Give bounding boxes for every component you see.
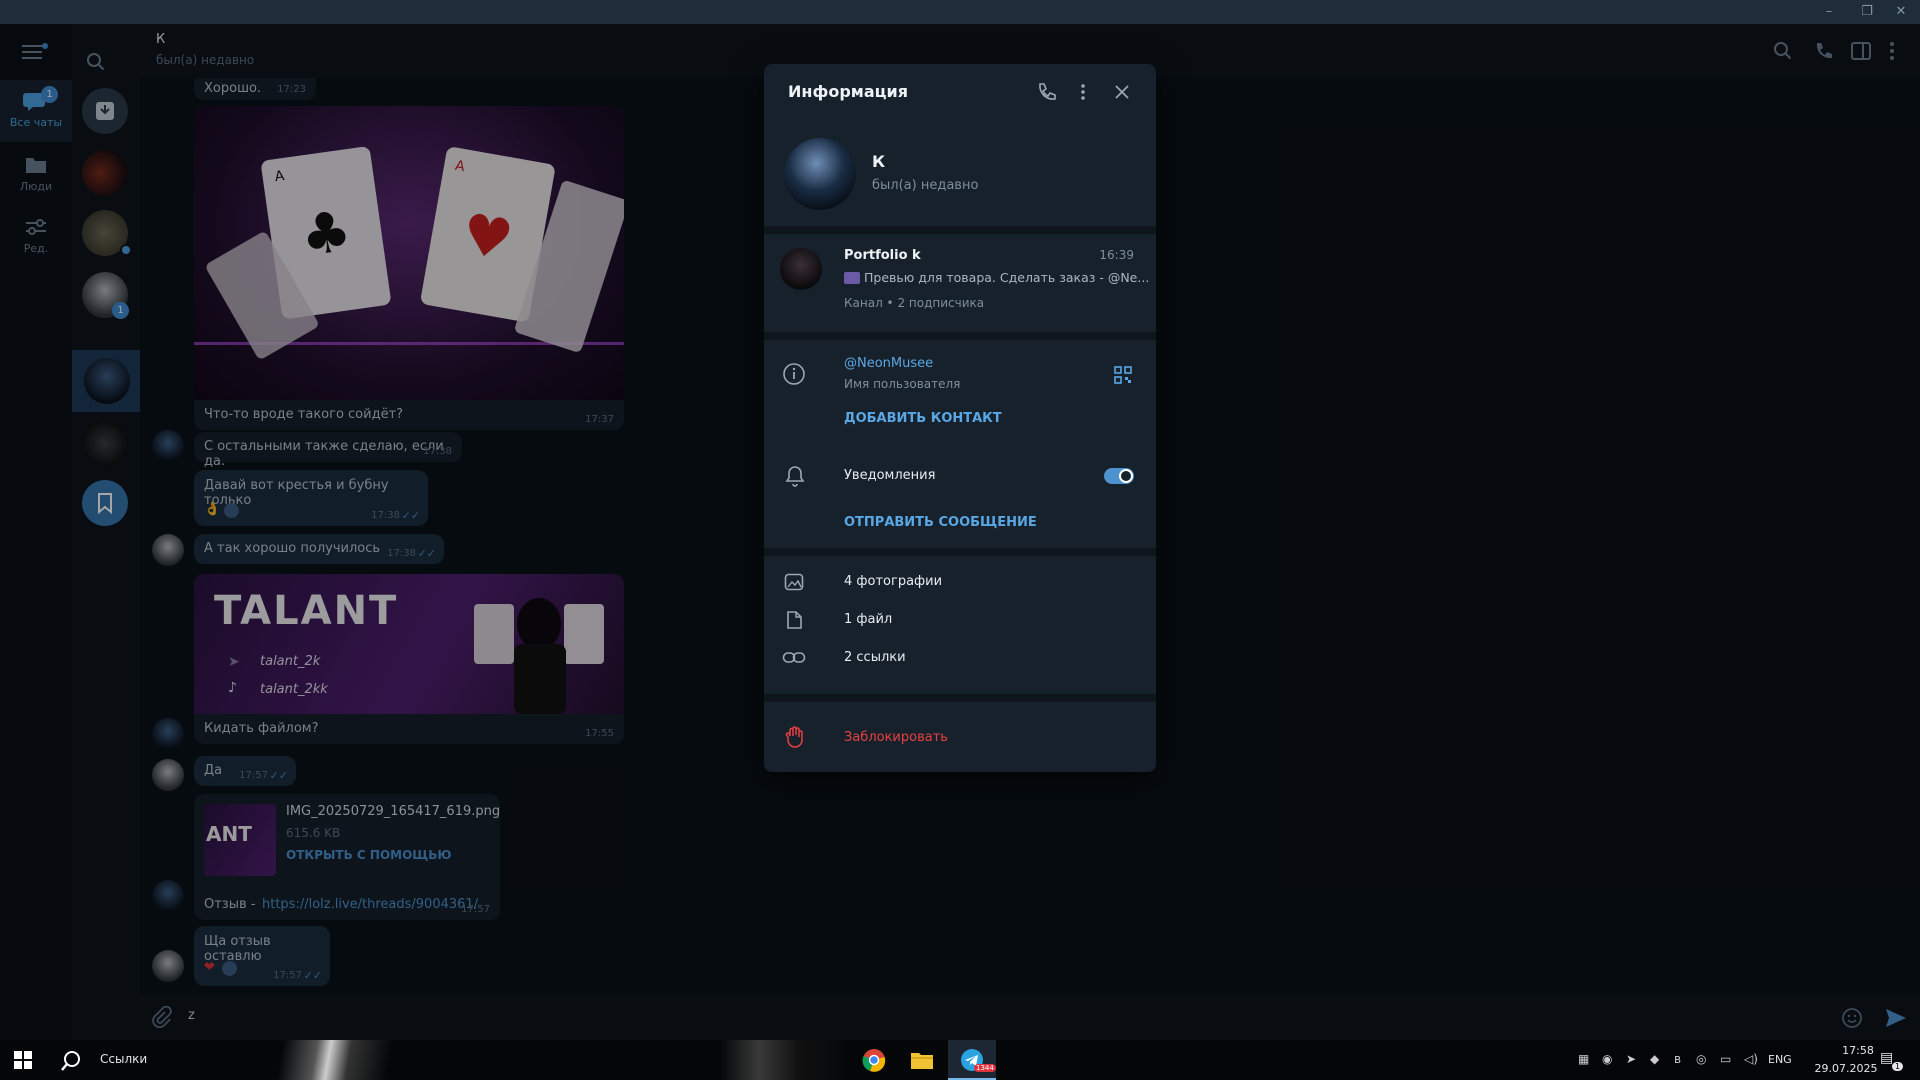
window-titlebar: – ❐ ✕ <box>0 0 1920 24</box>
telegram-taskbar-button[interactable]: 1344 <box>948 1040 996 1080</box>
file-explorer-icon[interactable] <box>910 1049 934 1071</box>
notifications-badge: 1 <box>1892 1062 1904 1071</box>
links-row[interactable]: 2 ссылки <box>764 640 1156 676</box>
language-indicator[interactable]: ENG <box>1768 1053 1792 1066</box>
search-highlight-image <box>270 1040 400 1080</box>
discord-icon[interactable]: ◉ <box>1602 1052 1612 1066</box>
windows-start-icon[interactable] <box>14 1051 32 1069</box>
add-contact-button[interactable]: ДОБАВИТЬ КОНТАКТ <box>844 411 1002 426</box>
taskbar-search-label[interactable]: Ссылки <box>100 1052 147 1066</box>
channel-name: Portfolio k <box>844 248 921 263</box>
panel-title: Информация <box>788 82 908 101</box>
divider <box>764 694 1156 702</box>
telegram-tray-icon[interactable]: ➤ <box>1626 1052 1636 1066</box>
window-close-button[interactable]: ✕ <box>1882 0 1920 24</box>
files-row[interactable]: 1 файл <box>764 602 1156 638</box>
photo-icon <box>784 573 804 591</box>
notifications-toggle[interactable] <box>1104 468 1134 484</box>
telegram-badge: 1344 <box>974 1064 996 1072</box>
username-value[interactable]: @NeonMusee <box>844 356 933 371</box>
channel-meta: Канал • 2 подписчика <box>844 296 985 310</box>
restore-button[interactable]: ❐ <box>1848 0 1886 24</box>
image-preview-icon <box>844 272 860 284</box>
profile-name: К <box>872 152 886 171</box>
divider <box>764 226 1156 234</box>
photos-count: 4 фотографии <box>844 574 943 589</box>
info-panel: Информация К был(а) недавно Portfolio k … <box>764 64 1156 772</box>
search-highlight-image <box>720 1040 850 1080</box>
channel-avatar <box>780 248 822 290</box>
more-icon[interactable] <box>1078 82 1088 102</box>
shield-icon[interactable]: ◆ <box>1650 1052 1659 1066</box>
file-icon <box>787 611 802 629</box>
links-count: 2 ссылки <box>844 650 906 665</box>
clock-date[interactable]: 29.07.2025 <box>1806 1062 1886 1075</box>
profile-status: был(а) недавно <box>872 178 979 193</box>
notifications-label: Уведомления <box>844 468 936 483</box>
files-count: 1 файл <box>844 612 893 627</box>
send-message-button[interactable]: ОТПРАВИТЬ СООБЩЕНИЕ <box>844 515 1037 530</box>
divider <box>764 332 1156 340</box>
block-label: Заблокировать <box>844 730 948 745</box>
toggle-knob <box>1119 469 1133 483</box>
channel-time: 16:39 <box>1099 248 1134 262</box>
chat-tray-icon[interactable]: ◎ <box>1696 1052 1706 1066</box>
taskbar: Ссылки 1344 ▦ ◉ ➤ ◆ ʙ ◎ ▭ ◁) ENG 17:58 2… <box>0 1040 1920 1080</box>
phone-icon[interactable] <box>1036 82 1056 102</box>
hand-stop-icon <box>785 726 803 748</box>
chrome-icon[interactable] <box>862 1048 886 1072</box>
close-icon[interactable] <box>1114 84 1130 100</box>
network-icon[interactable]: ▭ <box>1720 1052 1731 1066</box>
divider <box>764 548 1156 556</box>
block-row[interactable]: Заблокировать <box>764 702 1156 772</box>
bluetooth-icon[interactable]: ʙ <box>1674 1052 1681 1066</box>
bell-icon <box>785 466 805 487</box>
minimize-button[interactable]: – <box>1810 0 1848 24</box>
tray-icon[interactable]: ▦ <box>1578 1052 1589 1066</box>
qr-code-icon[interactable] <box>1114 366 1132 384</box>
profile-avatar[interactable] <box>784 138 856 210</box>
username-label: Имя пользователя <box>844 377 961 391</box>
channel-preview: Превью для товара. Сделать заказ - @Ne..… <box>864 270 1150 285</box>
photos-row[interactable]: 4 фотографии <box>764 564 1156 600</box>
info-icon <box>783 363 805 385</box>
search-icon[interactable] <box>60 1050 82 1072</box>
link-icon <box>782 652 806 663</box>
notifications-icon[interactable]: ▤ <box>1880 1050 1893 1066</box>
personal-channel[interactable]: Portfolio k 16:39 Превью для товара. Сде… <box>764 234 1156 328</box>
volume-icon[interactable]: ◁) <box>1744 1052 1758 1066</box>
